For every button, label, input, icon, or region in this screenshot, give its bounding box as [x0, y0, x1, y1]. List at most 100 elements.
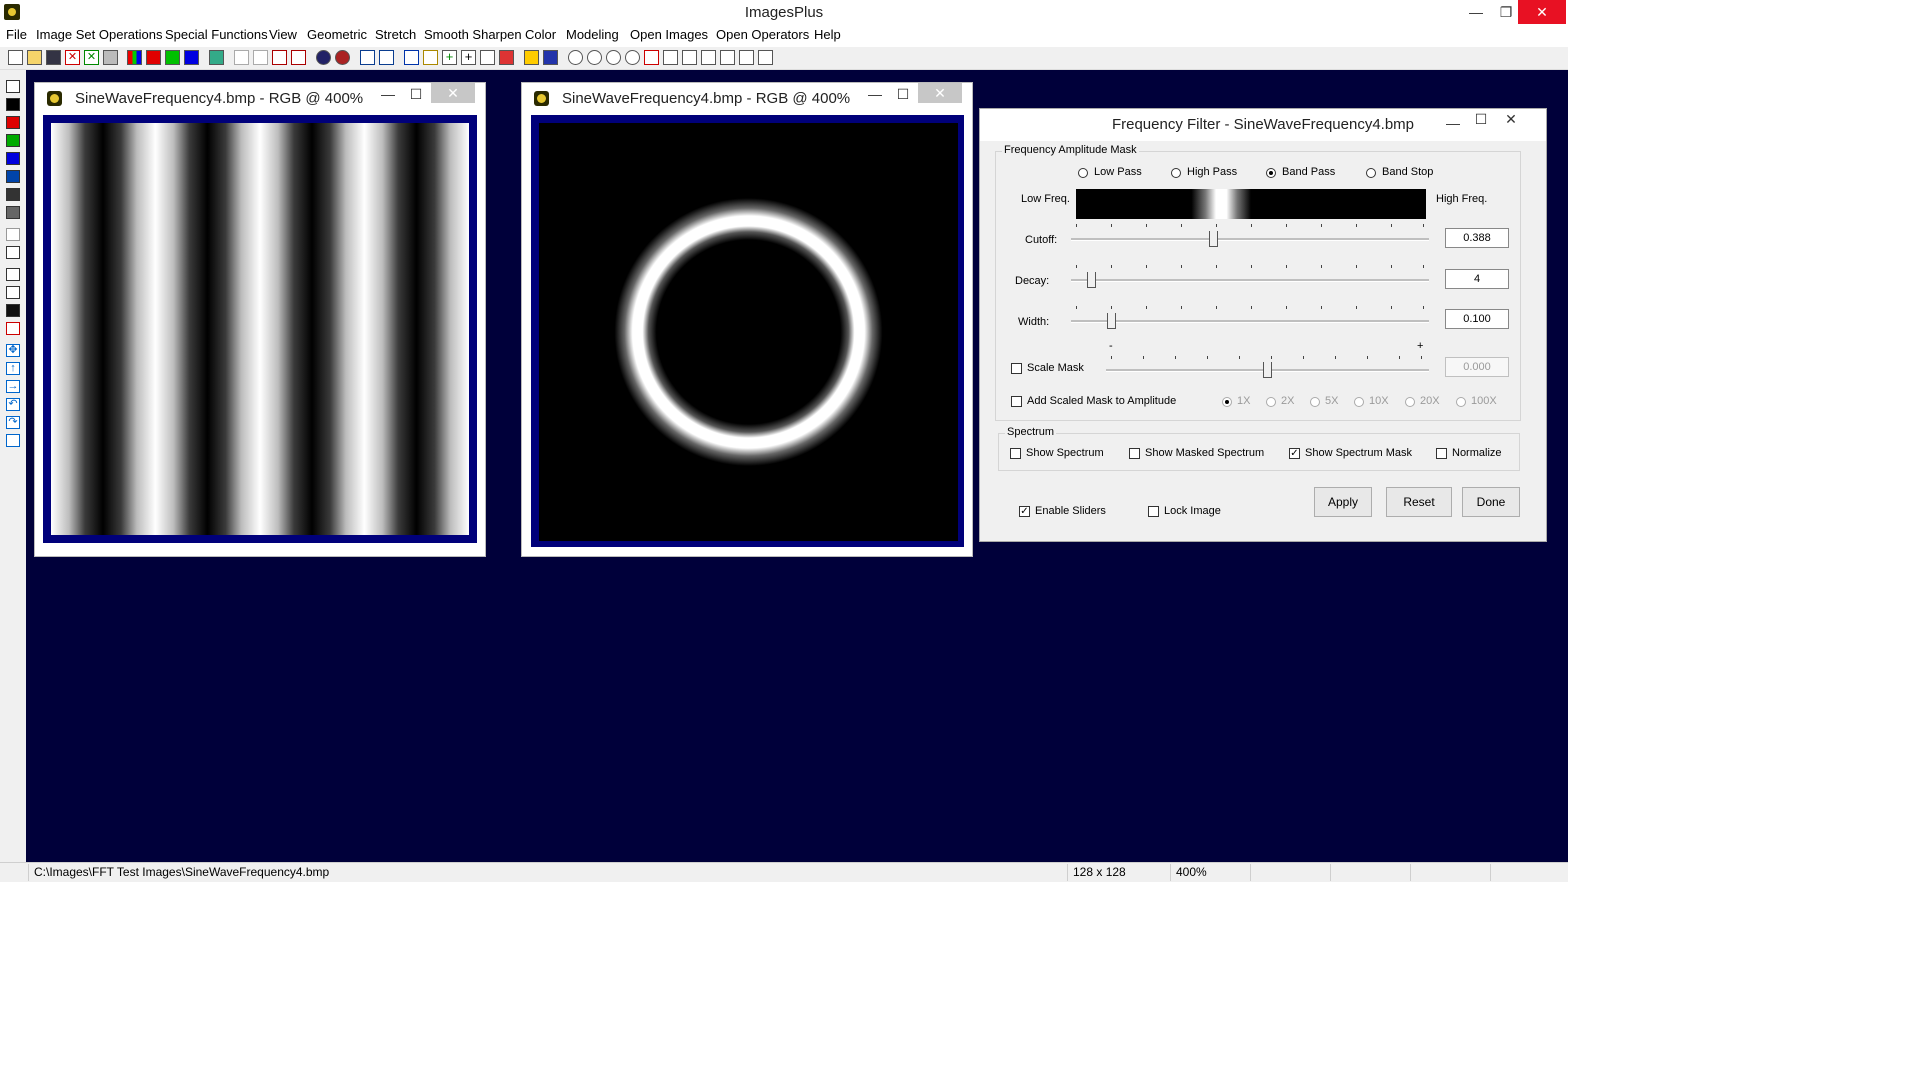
menu-geometric[interactable]: Geometric — [307, 27, 367, 42]
curve-icon[interactable] — [423, 50, 438, 65]
cutoff-value-field[interactable]: 0.388 — [1445, 228, 1509, 248]
layer-icon[interactable] — [6, 188, 20, 201]
channel-icon[interactable] — [6, 170, 20, 183]
zoom-out-icon[interactable] — [587, 50, 602, 65]
cutoff-slider-thumb[interactable] — [1209, 231, 1218, 247]
zoom-in-icon[interactable] — [568, 50, 583, 65]
show-masked-spectrum-checkbox[interactable] — [1129, 448, 1140, 459]
zoom-fit-icon[interactable] — [606, 50, 621, 65]
black-icon[interactable] — [6, 98, 20, 111]
image-window-source[interactable]: SineWaveFrequency4.bmp - RGB @ 400% — ☐ … — [34, 82, 486, 557]
frame-icon[interactable] — [6, 268, 20, 281]
maximize-button[interactable]: ☐ — [401, 86, 431, 103]
high-pass-label[interactable]: High Pass — [1187, 166, 1237, 178]
band-pass-radio[interactable] — [1266, 168, 1276, 178]
sine-wave-image[interactable] — [51, 123, 469, 535]
dialog-close-button[interactable]: ✕ — [1496, 111, 1526, 128]
band-pass-label[interactable]: Band Pass — [1282, 166, 1335, 178]
minimize-button[interactable]: — — [860, 86, 890, 102]
multiplier-10x-radio[interactable] — [1354, 397, 1364, 407]
zoom-minus-icon[interactable] — [663, 50, 678, 65]
show-spectrum-label[interactable]: Show Spectrum — [1026, 447, 1104, 459]
redo-icon[interactable] — [291, 50, 306, 65]
high-pass-radio[interactable] — [1171, 168, 1181, 178]
menu-open-images[interactable]: Open Images — [630, 27, 708, 42]
close-button[interactable]: ✕ — [918, 83, 962, 103]
close-image-icon[interactable]: ✕ — [65, 50, 80, 65]
minimize-button[interactable]: — — [373, 86, 403, 102]
cutoff-slider[interactable] — [1071, 224, 1429, 248]
multiplier-20x-radio[interactable] — [1405, 397, 1415, 407]
multiplier-5x-radio[interactable] — [1310, 397, 1320, 407]
apply-button[interactable]: Apply — [1314, 487, 1372, 517]
print-icon[interactable] — [103, 50, 118, 65]
menu-special-functions[interactable]: Special Functions — [165, 27, 268, 42]
view-box-1-icon[interactable] — [682, 50, 697, 65]
width-slider-thumb[interactable] — [1107, 313, 1116, 329]
show-spectrum-mask-label[interactable]: Show Spectrum Mask — [1305, 447, 1412, 459]
rotate-right-icon[interactable]: ↷ — [6, 416, 20, 429]
circle-select-icon[interactable] — [316, 50, 331, 65]
decay-slider[interactable] — [1071, 265, 1429, 289]
record-icon[interactable] — [335, 50, 350, 65]
scale-mask-label[interactable]: Scale Mask — [1027, 362, 1084, 374]
arrow-up-icon[interactable]: ↑ — [6, 362, 20, 375]
enable-sliders-checkbox[interactable]: ✓ — [1019, 506, 1030, 517]
width-value-field[interactable]: 0.100 — [1445, 309, 1509, 329]
scale-mask-slider[interactable]: - + — [1106, 340, 1429, 378]
reset-button[interactable]: Reset — [1386, 487, 1452, 517]
zoom-plus-icon[interactable] — [644, 50, 659, 65]
view-box-4-icon[interactable] — [739, 50, 754, 65]
low-pass-radio[interactable] — [1078, 168, 1088, 178]
view-box-5-icon[interactable] — [758, 50, 773, 65]
list-icon[interactable] — [6, 286, 20, 299]
green-channel-icon[interactable] — [165, 50, 180, 65]
lock-image-label[interactable]: Lock Image — [1164, 505, 1221, 517]
color-icon[interactable] — [209, 50, 224, 65]
contrast-icon[interactable] — [6, 304, 20, 317]
mask-icon[interactable] — [543, 50, 558, 65]
menu-view[interactable]: View — [269, 27, 297, 42]
dots-icon[interactable] — [360, 50, 375, 65]
show-spectrum-mask-checkbox[interactable]: ✓ — [1289, 448, 1300, 459]
palette-icon[interactable] — [499, 50, 514, 65]
multiplier-10x-label[interactable]: 10X — [1369, 395, 1389, 407]
rotate-left-icon[interactable]: ↶ — [6, 398, 20, 411]
lock-image-checkbox[interactable] — [1148, 506, 1159, 517]
scale-mask-slider-thumb[interactable] — [1263, 362, 1272, 378]
multiplier-1x-radio[interactable] — [1222, 397, 1232, 407]
multiplier-20x-label[interactable]: 20X — [1420, 395, 1440, 407]
green-icon[interactable] — [6, 134, 20, 147]
menu-stretch[interactable]: Stretch — [375, 27, 416, 42]
view-box-2-icon[interactable] — [701, 50, 716, 65]
image-window-mask[interactable]: SineWaveFrequency4.bmp - RGB @ 400% — ☐ … — [521, 82, 973, 557]
close-button[interactable]: ✕ — [431, 83, 475, 103]
decay-value-field[interactable]: 4 — [1445, 269, 1509, 289]
dialog-maximize-button[interactable]: ☐ — [1466, 111, 1496, 128]
rgb-channels-icon[interactable] — [127, 50, 142, 65]
band-stop-label[interactable]: Band Stop — [1382, 166, 1433, 178]
histogram-icon[interactable] — [404, 50, 419, 65]
region-icon[interactable] — [6, 322, 20, 335]
save-icon[interactable] — [6, 80, 20, 93]
width-slider[interactable] — [1071, 306, 1429, 330]
zoom-actual-icon[interactable] — [625, 50, 640, 65]
scatter-icon[interactable] — [379, 50, 394, 65]
enable-sliders-label[interactable]: Enable Sliders — [1035, 505, 1106, 517]
move-icon[interactable]: ✥ — [6, 344, 20, 357]
new-file-icon[interactable] — [8, 50, 23, 65]
menu-file[interactable]: File — [6, 27, 27, 42]
menu-smooth-sharpen[interactable]: Smooth Sharpen — [424, 27, 522, 42]
undo-icon[interactable] — [272, 50, 287, 65]
spectrum-mask-image[interactable] — [539, 123, 958, 541]
maximize-button[interactable]: ☐ — [888, 86, 918, 103]
menu-image-set-operations[interactable]: Image Set Operations — [36, 27, 162, 42]
menu-open-operators[interactable]: Open Operators — [716, 27, 809, 42]
save-icon[interactable] — [46, 50, 61, 65]
multiplier-1x-label[interactable]: 1X — [1237, 395, 1250, 407]
normalize-checkbox[interactable] — [1436, 448, 1447, 459]
band-stop-radio[interactable] — [1366, 168, 1376, 178]
multiplier-100x-radio[interactable] — [1456, 397, 1466, 407]
arrow-right-icon[interactable]: → — [6, 380, 20, 393]
dialog-minimize-button[interactable]: — — [1438, 115, 1468, 131]
